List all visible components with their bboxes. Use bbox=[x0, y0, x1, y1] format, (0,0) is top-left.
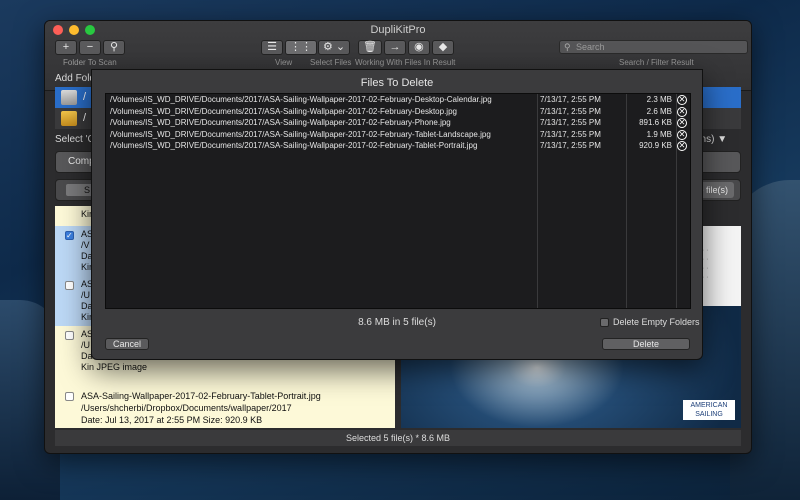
trash-button[interactable]: 🗑 bbox=[358, 40, 382, 55]
grid-view-button[interactable]: ⋮⋮ bbox=[285, 40, 317, 55]
preview-button[interactable]: ◉ bbox=[407, 40, 430, 55]
grid-icon: ⋮⋮ bbox=[290, 41, 312, 53]
delete-empty-folders-option[interactable]: Delete Empty Folders bbox=[600, 317, 700, 327]
remove-file-icon[interactable]: ✕ bbox=[677, 118, 687, 128]
working-with-files-label: Working With Files In Result bbox=[355, 58, 456, 67]
result-kind: Kind: JPEG image bbox=[81, 426, 395, 428]
search-field[interactable]: ⚲ Search bbox=[559, 40, 748, 54]
result-action-buttons: 🗑 → ◉ ◆ bbox=[358, 40, 454, 55]
list-icon: ☰ bbox=[267, 41, 277, 53]
view-label: View bbox=[275, 58, 293, 67]
delete-empty-folders-label: Delete Empty Folders bbox=[613, 317, 700, 327]
result-kind: Kin JPEG image bbox=[81, 362, 148, 372]
file-row[interactable]: /Volumes/IS_WD_DRIVE/Documents/2017/ASA-… bbox=[106, 140, 690, 152]
file-size: 2.3 MB bbox=[646, 95, 672, 104]
result-checkbox[interactable] bbox=[65, 331, 74, 340]
file-path: /Volumes/IS_WD_DRIVE/Documents/2017/ASA-… bbox=[110, 95, 492, 104]
remove-folder-button[interactable]: − bbox=[79, 40, 101, 55]
scan-button[interactable]: ⚲ bbox=[103, 40, 125, 55]
file-date: 7/13/17, 2:55 PM bbox=[540, 118, 601, 127]
delete-button[interactable]: Delete bbox=[602, 338, 690, 350]
external-drive-icon bbox=[61, 111, 77, 126]
files-table: /Volumes/IS_WD_DRIVE/Documents/2017/ASA-… bbox=[105, 93, 691, 309]
file-row[interactable]: /Volumes/IS_WD_DRIVE/Documents/2017/ASA-… bbox=[106, 106, 690, 118]
remove-file-icon[interactable]: ✕ bbox=[677, 141, 687, 151]
file-size: 1.9 MB bbox=[646, 129, 672, 139]
triangle-down-icon[interactable]: ▼ bbox=[717, 134, 727, 145]
file-path: /Volumes/IS_WD_DRIVE/Documents/2017/ASA-… bbox=[110, 141, 478, 150]
window-title: DupliKitPro bbox=[370, 24, 426, 36]
search-filter-label: Search / Filter Result bbox=[619, 58, 694, 67]
folder-to-scan-label: Folder To Scan bbox=[63, 58, 117, 67]
cancel-button[interactable]: Cancel bbox=[105, 338, 149, 350]
trash-icon: 🗑 bbox=[363, 41, 377, 53]
eye-icon: ◉ bbox=[414, 41, 424, 53]
view-buttons: ☰ ⋮⋮ bbox=[261, 40, 317, 55]
file-row[interactable]: /Volumes/IS_WD_DRIVE/Documents/2017/ASA-… bbox=[106, 94, 690, 106]
file-size: 920.9 KB bbox=[639, 141, 672, 150]
result-name: ASA-Sailing-Wallpaper-2017-02-February-T… bbox=[81, 391, 321, 401]
hard-drive-icon bbox=[61, 90, 77, 105]
eraser-icon: ◆ bbox=[438, 41, 448, 53]
file-row[interactable]: /Volumes/IS_WD_DRIVE/Documents/2017/ASA-… bbox=[106, 117, 690, 129]
clear-button[interactable]: ◆ bbox=[431, 40, 454, 55]
file-date: 7/13/17, 2:55 PM bbox=[540, 129, 601, 139]
remove-file-icon[interactable]: ✕ bbox=[677, 106, 687, 117]
file-size: 891.6 KB bbox=[639, 118, 672, 127]
folder-buttons: + − ⚲ bbox=[55, 40, 125, 55]
result-path: /Users/shcherbi/Dropbox/Documents/wallpa… bbox=[81, 403, 292, 413]
result-checkbox[interactable] bbox=[65, 230, 74, 241]
file-path: /Volumes/IS_WD_DRIVE/Documents/2017/ASA-… bbox=[110, 106, 457, 116]
move-button[interactable]: → bbox=[383, 40, 406, 55]
status-bar: Selected 5 file(s) * 8.6 MB bbox=[55, 430, 741, 446]
logo: AMERICAN SAILING bbox=[683, 400, 735, 420]
result-item[interactable]: ASA-Sailing-Wallpaper-2017-02-February-T… bbox=[55, 376, 395, 428]
dialog-title: Files To Delete bbox=[360, 77, 434, 89]
file-row[interactable]: /Volumes/IS_WD_DRIVE/Documents/2017/ASA-… bbox=[106, 129, 690, 141]
file-date: 7/13/17, 2:55 PM bbox=[540, 106, 601, 116]
remove-file-icon[interactable]: ✕ bbox=[677, 95, 687, 105]
folder-path: / bbox=[83, 91, 87, 103]
folder-path: / bbox=[83, 112, 87, 124]
file-path: /Volumes/IS_WD_DRIVE/Documents/2017/ASA-… bbox=[110, 118, 451, 127]
select-files-menu: ⚙ ⌄ bbox=[318, 40, 351, 55]
result-checkbox[interactable] bbox=[65, 392, 74, 401]
file-size: 2.6 MB bbox=[646, 106, 672, 116]
delete-empty-folders-checkbox[interactable] bbox=[600, 317, 609, 327]
file-path: /Volumes/IS_WD_DRIVE/Documents/2017/ASA-… bbox=[110, 129, 491, 139]
search-placeholder: Search bbox=[576, 42, 605, 52]
remove-file-icon[interactable]: ✕ bbox=[677, 129, 687, 140]
move-icon: → bbox=[389, 41, 401, 53]
add-folder-button[interactable]: + bbox=[55, 40, 77, 55]
file-date: 7/13/17, 2:55 PM bbox=[540, 141, 601, 150]
select-files-label: Select Files bbox=[310, 58, 352, 67]
search-icon: ⚲ bbox=[564, 42, 571, 52]
files-to-delete-dialog: Files To Delete /Volumes/IS_WD_DRIVE/Doc… bbox=[91, 69, 703, 360]
search-icon: ⚲ bbox=[109, 41, 119, 53]
select-files-button[interactable]: ⚙ ⌄ bbox=[318, 40, 351, 55]
result-checkbox[interactable] bbox=[65, 281, 74, 290]
result-date: Date: Jul 13, 2017 at 2:55 PM Size: 920.… bbox=[81, 415, 263, 425]
list-view-button[interactable]: ☰ bbox=[261, 40, 283, 55]
file-date: 7/13/17, 2:55 PM bbox=[540, 95, 601, 104]
